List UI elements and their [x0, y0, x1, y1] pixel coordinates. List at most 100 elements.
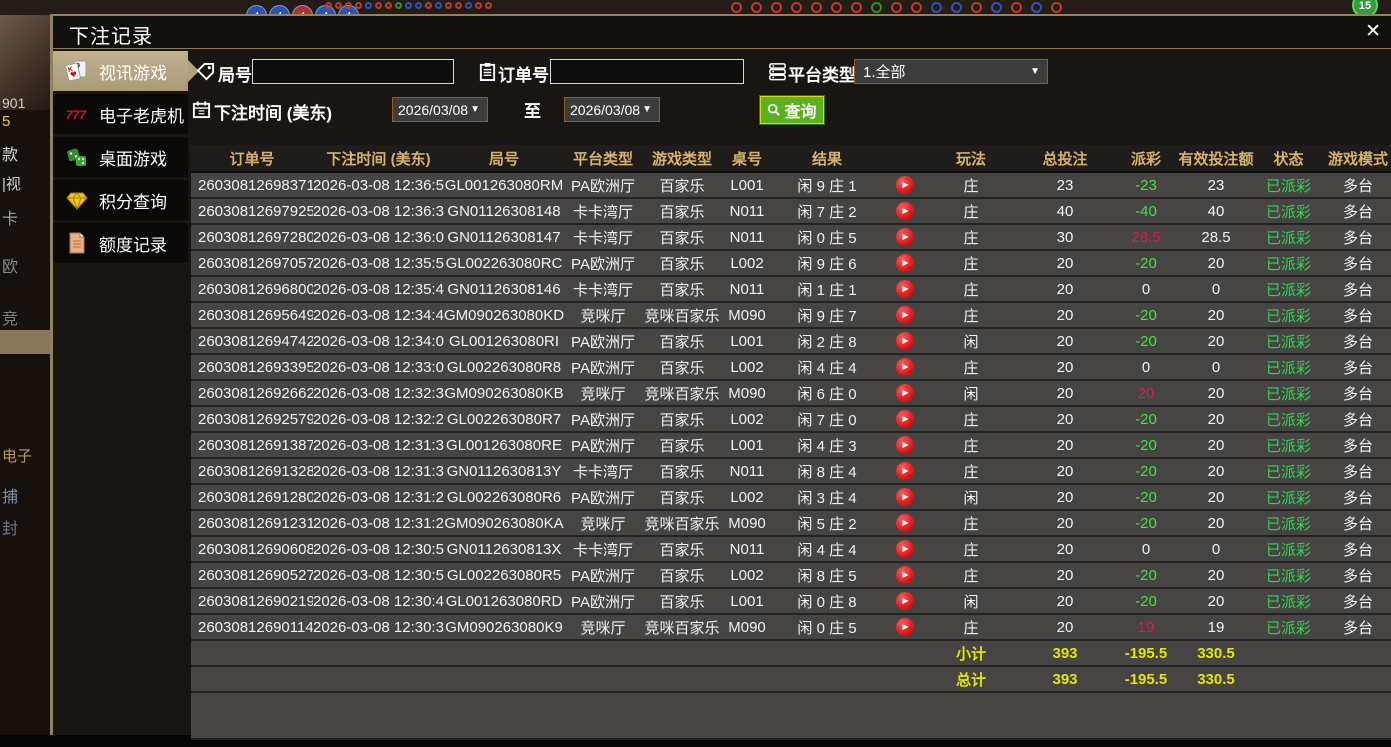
cell-table: M090: [722, 614, 772, 641]
replay-play-icon[interactable]: [895, 358, 914, 377]
column-header: 结果: [772, 145, 882, 173]
total-cell: [444, 666, 564, 693]
cell-time: 2026-03-08 12:33:07: [313, 354, 444, 381]
cell-result: 闲 3 庄 4: [772, 484, 882, 511]
replay-play-icon[interactable]: [895, 176, 914, 195]
roadmap-ring: [971, 2, 982, 13]
replay-play-icon[interactable]: [895, 384, 914, 403]
roadmap-ring: [335, 2, 342, 9]
replay-play-icon[interactable]: [895, 280, 914, 299]
replay-play-icon[interactable]: [895, 514, 914, 533]
cell-game: 百家乐: [642, 198, 722, 225]
cell-payout: -20: [1115, 562, 1177, 589]
cell-status: 已派彩: [1255, 406, 1322, 433]
chevron-down-icon: ▼: [642, 104, 652, 115]
cell-time: 2026-03-08 12:34:06: [313, 328, 444, 355]
cell-play: 闲: [927, 328, 1015, 355]
subtotal-cell: 393: [1015, 640, 1115, 667]
cell-status: 已派彩: [1255, 302, 1322, 329]
cell-mode: 多台: [1322, 328, 1391, 355]
replay-play-icon[interactable]: [895, 254, 914, 273]
cell-order: 260308126913870: [191, 432, 313, 459]
roadmap-ring: [395, 2, 402, 9]
total-cell: [1322, 666, 1391, 693]
table-row: 260308126968003 2026-03-08 12:35:41 GN0112…: [191, 276, 1391, 303]
cell-platform: PA欧洲厅: [564, 250, 642, 277]
date-from-select[interactable]: 2026/03/08 ▼: [392, 97, 488, 122]
cell-time: 2026-03-08 12:35:56: [313, 250, 444, 277]
cell-order: 260308126956490: [191, 302, 313, 329]
sidebar-item-4[interactable]: 积分查询: [53, 180, 188, 220]
cell-bet: 20: [1015, 406, 1115, 433]
subtotal-cell: [313, 640, 444, 667]
round-input[interactable]: [252, 59, 454, 84]
order-input[interactable]: [550, 59, 744, 84]
cell-round: GL002263080R7: [444, 406, 564, 433]
sidebar-item-5[interactable]: 额度记录: [53, 223, 188, 263]
replay-play-icon[interactable]: [895, 540, 914, 559]
cell-valid: 19: [1177, 614, 1255, 641]
cell-round: GN01126308147: [444, 224, 564, 251]
order-label: 订单号: [498, 66, 549, 85]
cell-order: 260308126913283: [191, 458, 313, 485]
cell-payout: 0: [1115, 276, 1177, 303]
replay-play-icon[interactable]: [895, 566, 914, 585]
sidebar-item-2[interactable]: 777 电子老虎机: [53, 94, 188, 134]
roadmap-ring: [415, 2, 422, 9]
cell-mode: 多台: [1322, 406, 1391, 433]
roadmap-ring: [1031, 2, 1042, 13]
cell-game: 百家乐: [642, 328, 722, 355]
sidebar-item-label: 桌面游戏: [99, 149, 167, 169]
sidebar-item-3[interactable]: 桌面游戏: [53, 137, 188, 177]
cell-round: GN01126308146: [444, 276, 564, 303]
sidebar-item-1[interactable]: 9K 视讯游戏: [53, 51, 199, 91]
table-row: 260308126906089 2026-03-08 12:30:57 GN0112…: [191, 536, 1391, 563]
cell-valid: 20: [1177, 432, 1255, 459]
cell-game: 百家乐: [642, 432, 722, 459]
cell-platform: 卡卡湾厅: [564, 276, 642, 303]
replay-play-icon[interactable]: [895, 202, 914, 221]
cell-valid: 23: [1177, 172, 1255, 199]
cell-bet: 40: [1015, 198, 1115, 225]
replay-play-icon[interactable]: [895, 462, 914, 481]
screen: 44444 15 901 5 款 |视卡欧竞电子捕封 下注记录 ✕ 9K 视讯游戏 777…: [0, 0, 1391, 747]
platform-select[interactable]: 1.全部 ▼: [854, 59, 1048, 84]
cell-time: 2026-03-08 12:31:27: [313, 510, 444, 537]
cell-play: 庄: [927, 302, 1015, 329]
replay-play-icon[interactable]: [895, 410, 914, 429]
cell-play: 庄: [927, 536, 1015, 563]
cell-mode: 多台: [1322, 588, 1391, 615]
query-button[interactable]: 查询: [759, 95, 825, 125]
cell-game: 百家乐: [642, 536, 722, 563]
cell-platform: 卡卡湾厅: [564, 458, 642, 485]
cell-mode: 多台: [1322, 380, 1391, 407]
close-icon[interactable]: ✕: [1365, 22, 1381, 42]
cell-payout: -20: [1115, 484, 1177, 511]
replay-play-icon[interactable]: [895, 592, 914, 611]
replay-play-icon[interactable]: [895, 488, 914, 507]
cell-bet: 20: [1015, 562, 1115, 589]
cell-mode: 多台: [1322, 458, 1391, 485]
cell-game: 竞咪百家乐: [642, 510, 722, 537]
roadmap-ring: [345, 2, 352, 9]
subtotal-cell: 330.5: [1177, 640, 1255, 667]
cell-replay: [882, 614, 927, 641]
replay-play-icon[interactable]: [895, 436, 914, 455]
cell-bet: 20: [1015, 536, 1115, 563]
cell-bet: 20: [1015, 250, 1115, 277]
cell-status: 已派彩: [1255, 484, 1322, 511]
replay-play-icon[interactable]: [895, 332, 914, 351]
roadmap-ring: [355, 2, 362, 9]
cell-platform: PA欧洲厅: [564, 484, 642, 511]
background-text-fragment: 竞: [2, 311, 19, 328]
cell-play: 庄: [927, 172, 1015, 199]
cell-round: GL001263080RE: [444, 432, 564, 459]
cell-order: 260308126901147: [191, 614, 313, 641]
cell-replay: [882, 458, 927, 485]
replay-play-icon[interactable]: [895, 228, 914, 247]
replay-play-icon[interactable]: [895, 306, 914, 325]
date-to-select[interactable]: 2026/03/08 ▼: [564, 97, 660, 122]
platform-select-value: 1.全部: [863, 64, 906, 81]
replay-play-icon[interactable]: [895, 618, 914, 637]
table-row: 260308126901147 2026-03-08 12:30:36 GM0902…: [191, 614, 1391, 641]
